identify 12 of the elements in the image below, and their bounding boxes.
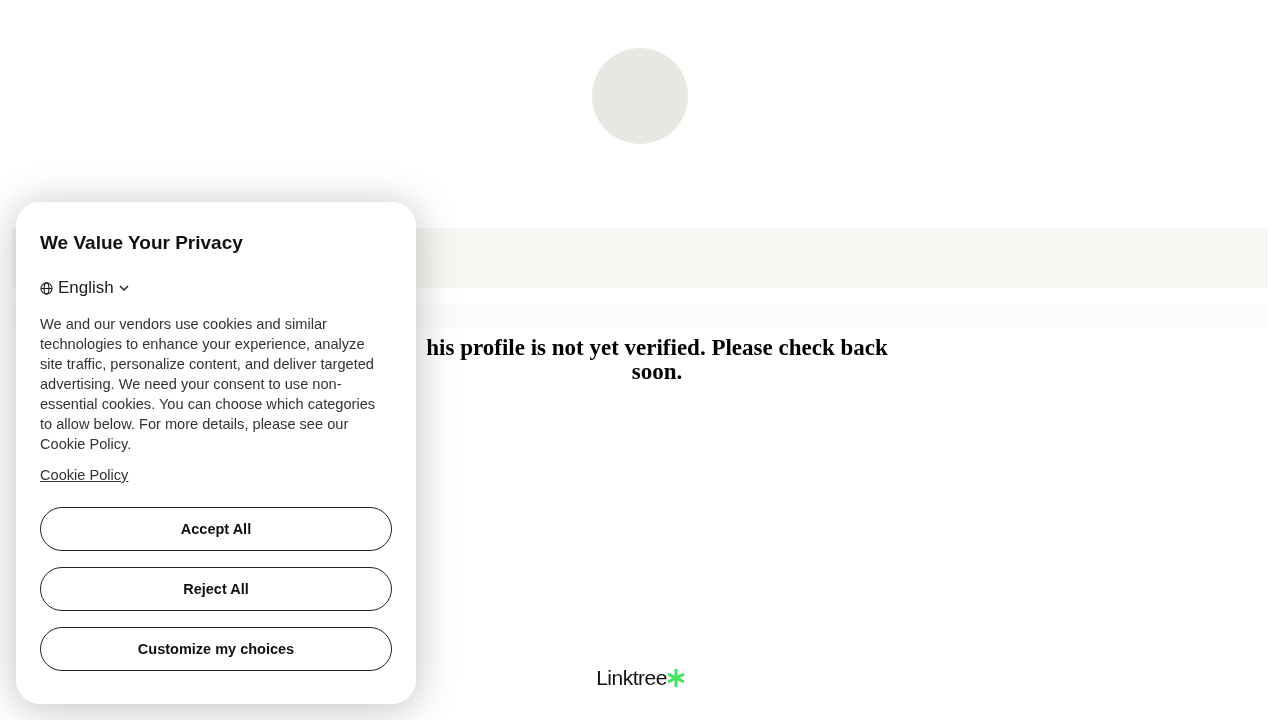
asterisk-icon <box>667 669 684 687</box>
status-message: his profile is not yet verified. Please check back soon. <box>425 336 889 384</box>
chevron-icon <box>118 284 129 292</box>
logo-text[interactable]: Linktree <box>596 666 667 690</box>
consent-text: We and our vendors use cookies and similar technologies to enhance your experience, analyze site traffic, personalize content, and deliver targeted advertising. We need your consent to use non-essential cookies. You can choose which categories to allow below. For more details, please see our Cookie Policy. <box>40 315 377 454</box>
dialog-title: We Value Your Privacy <box>40 232 244 254</box>
consent-button[interactable]: Customize my choices <box>40 627 392 671</box>
language-selector[interactable]: English <box>40 278 129 298</box>
globe-icon <box>40 281 53 295</box>
consent-button[interactable]: Reject All <box>40 567 392 611</box>
cookie-policy-link[interactable]: Cookie Policy <box>40 467 129 483</box>
consent-button[interactable]: Accept All <box>40 507 392 551</box>
